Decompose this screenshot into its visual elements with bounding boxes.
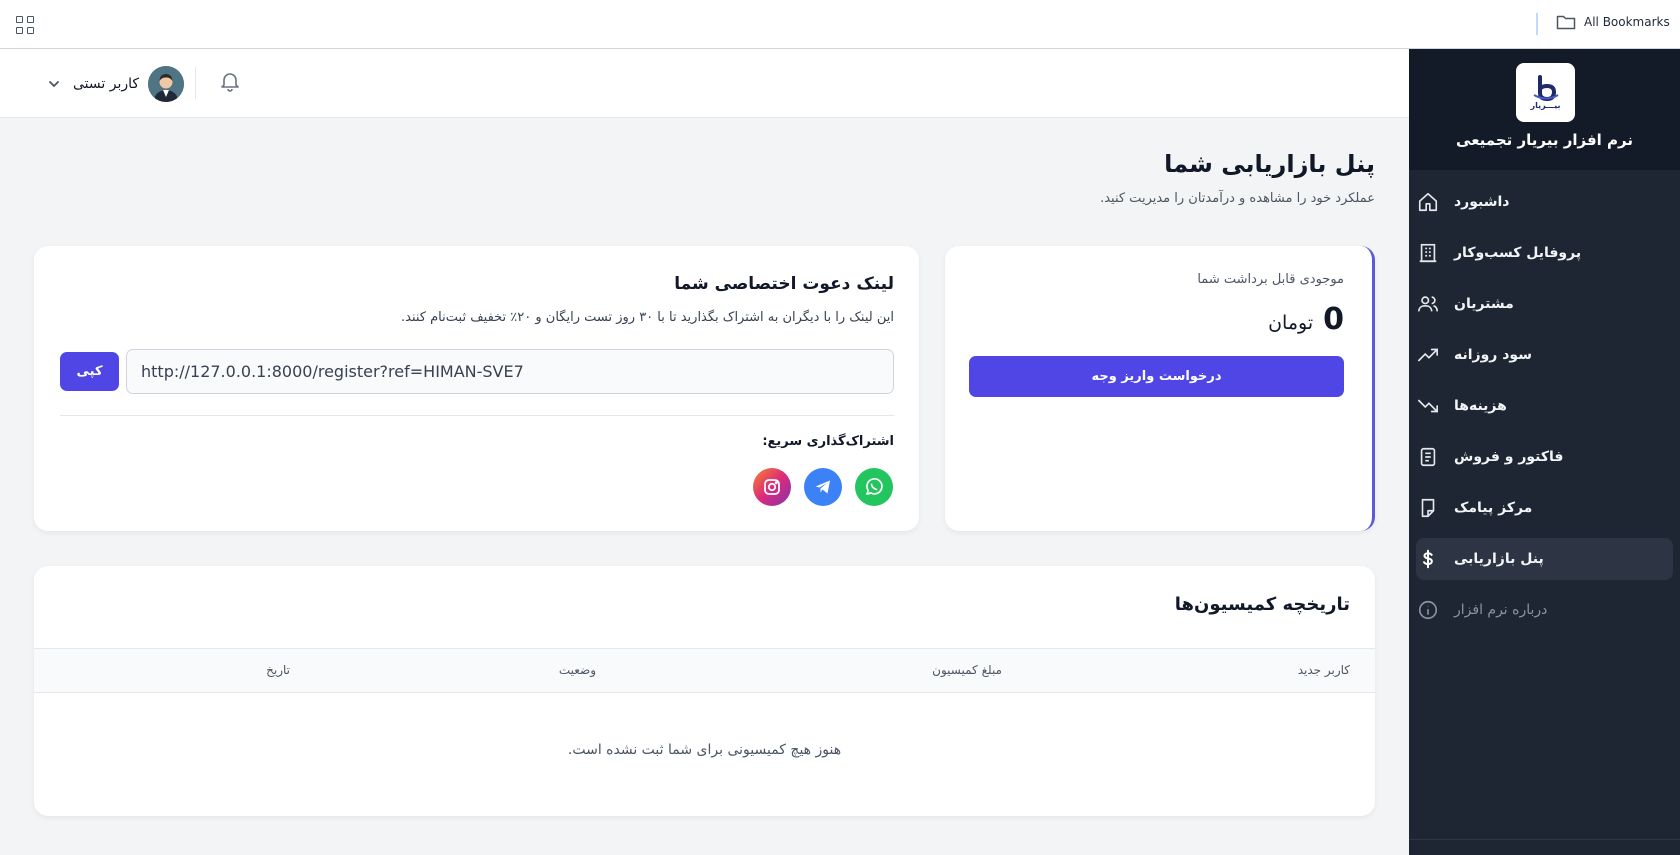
sidebar-item-label: پنل بازاریابی [1454,551,1544,567]
sidebar-item-business-profile[interactable]: پروفایل کسب‌وکار [1416,232,1673,274]
sidebar-item-label: مشتریان [1454,296,1514,312]
sidebar-item-label: فاکتور و فروش [1454,449,1564,465]
column-new-user: کاربر جدید [1297,663,1350,677]
sidebar-item-sms-center[interactable]: مرکز پیامک [1416,487,1673,529]
bell-icon[interactable] [218,69,242,93]
sidebar-item-marketing-panel[interactable]: پنل بازاریابی [1416,538,1673,580]
whatsapp-share-button[interactable] [855,468,893,506]
brand-logo[interactable]: بیـــریار [1516,63,1575,122]
apps-grid-icon[interactable] [16,16,34,34]
logo-mark-icon [1532,75,1559,101]
bookmarks-separator [1536,13,1538,35]
quick-share-label: اشتراک‌گذاری سریع: [762,434,894,449]
commission-history-card: تاریخچه کمیسیون‌ها کاربر جدید مبلغ کمیسی… [34,566,1375,816]
header-divider [195,67,196,99]
whatsapp-icon [866,477,883,495]
sidebar-footer-divider [1409,839,1680,840]
invite-link-field[interactable] [126,349,894,394]
balance-label: موجودی قابل برداشت شما [1197,272,1344,287]
sidebar-item-label: سود روزانه [1454,347,1532,363]
balance-value: 0 [1323,302,1344,337]
sidebar-item-label: هزینه‌ها [1454,398,1507,414]
message-icon [1416,496,1440,520]
table-header: کاربر جدید مبلغ کمیسیون وضعیت تاریخ [34,648,1375,693]
sidebar-item-label: مرکز پیامک [1454,500,1533,516]
copy-button[interactable]: کپی [60,352,119,391]
sidebar-item-dashboard[interactable]: داشبورد [1416,181,1673,223]
trending-up-icon [1416,343,1440,367]
column-status: وضعیت [558,663,596,677]
balance-card: موجودی قابل برداشت شما 0 تومان درخواست و… [945,246,1375,531]
instagram-share-button[interactable] [753,468,791,506]
balance-unit: تومان [1268,312,1314,334]
building-icon [1416,241,1440,265]
user-menu[interactable]: کاربر تستی [44,66,185,102]
telegram-icon [815,480,830,494]
share-buttons [753,468,893,506]
sidebar-item-label: داشبورد [1454,194,1510,210]
all-bookmarks-label: All Bookmarks [1584,15,1670,29]
invite-description: این لینک را با دیگران به اشتراک بگذارید … [401,310,894,325]
home-icon [1416,190,1440,214]
info-icon [1416,598,1440,622]
sidebar-item-expenses[interactable]: هزینه‌ها [1416,385,1673,427]
logo-text: بیـــریار [1530,101,1561,110]
page-subtitle: عملکرد خود را مشاهده و درآمدتان را مدیری… [1100,191,1375,206]
telegram-share-button[interactable] [804,468,842,506]
column-commission-amount: مبلغ کمیسیون [932,663,1002,677]
sidebar-item-about[interactable]: درباره نرم افزار [1416,589,1673,631]
page-title: پنل بازاریابی شما [1164,150,1375,178]
invoice-icon [1416,445,1440,469]
sidebar-item-daily-profit[interactable]: سود روزانه [1416,334,1673,376]
sidebar-item-customers[interactable]: مشتریان [1416,283,1673,325]
dollar-icon [1416,547,1440,571]
invite-divider [60,415,894,416]
sidebar-nav: داشبورد پروفایل کسب‌وکار مشتریان سود روز… [1416,181,1673,640]
empty-state-text: هنوز هیچ کمیسیونی برای شما ثبت نشده است. [567,742,842,758]
chevron-down-icon [44,74,64,94]
avatar [148,66,185,102]
balance-amount: 0 تومان [1268,302,1344,337]
instagram-icon [764,479,780,495]
sidebar-item-label: پروفایل کسب‌وکار [1454,245,1582,261]
trending-down-icon [1416,394,1440,418]
brand-header: بیـــریار نرم افزار بیریار تجمیعی [1409,49,1680,170]
history-title: تاریخچه کمیسیون‌ها [1174,594,1350,615]
column-date: تاریخ [266,663,290,677]
sidebar-item-label: درباره نرم افزار [1454,602,1548,618]
sidebar-item-invoices[interactable]: فاکتور و فروش [1416,436,1673,478]
bookmarks-bar: All Bookmarks [0,0,1680,49]
withdraw-request-button[interactable]: درخواست واریز وجه [969,356,1344,397]
sidebar: بیـــریار نرم افزار بیریار تجمیعی داشبور… [1409,49,1680,855]
folder-icon [1556,15,1576,30]
invite-title: لینک دعوت اختصاصی شما [674,274,894,294]
user-name: کاربر تستی [73,76,140,92]
invite-link-card: لینک دعوت اختصاصی شما این لینک را با دیگ… [34,246,919,531]
top-header: کاربر تستی [0,49,1409,118]
all-bookmarks-button[interactable]: All Bookmarks [1556,14,1670,30]
brand-name: نرم افزار بیریار تجمیعی [1456,131,1633,149]
users-icon [1416,292,1440,316]
